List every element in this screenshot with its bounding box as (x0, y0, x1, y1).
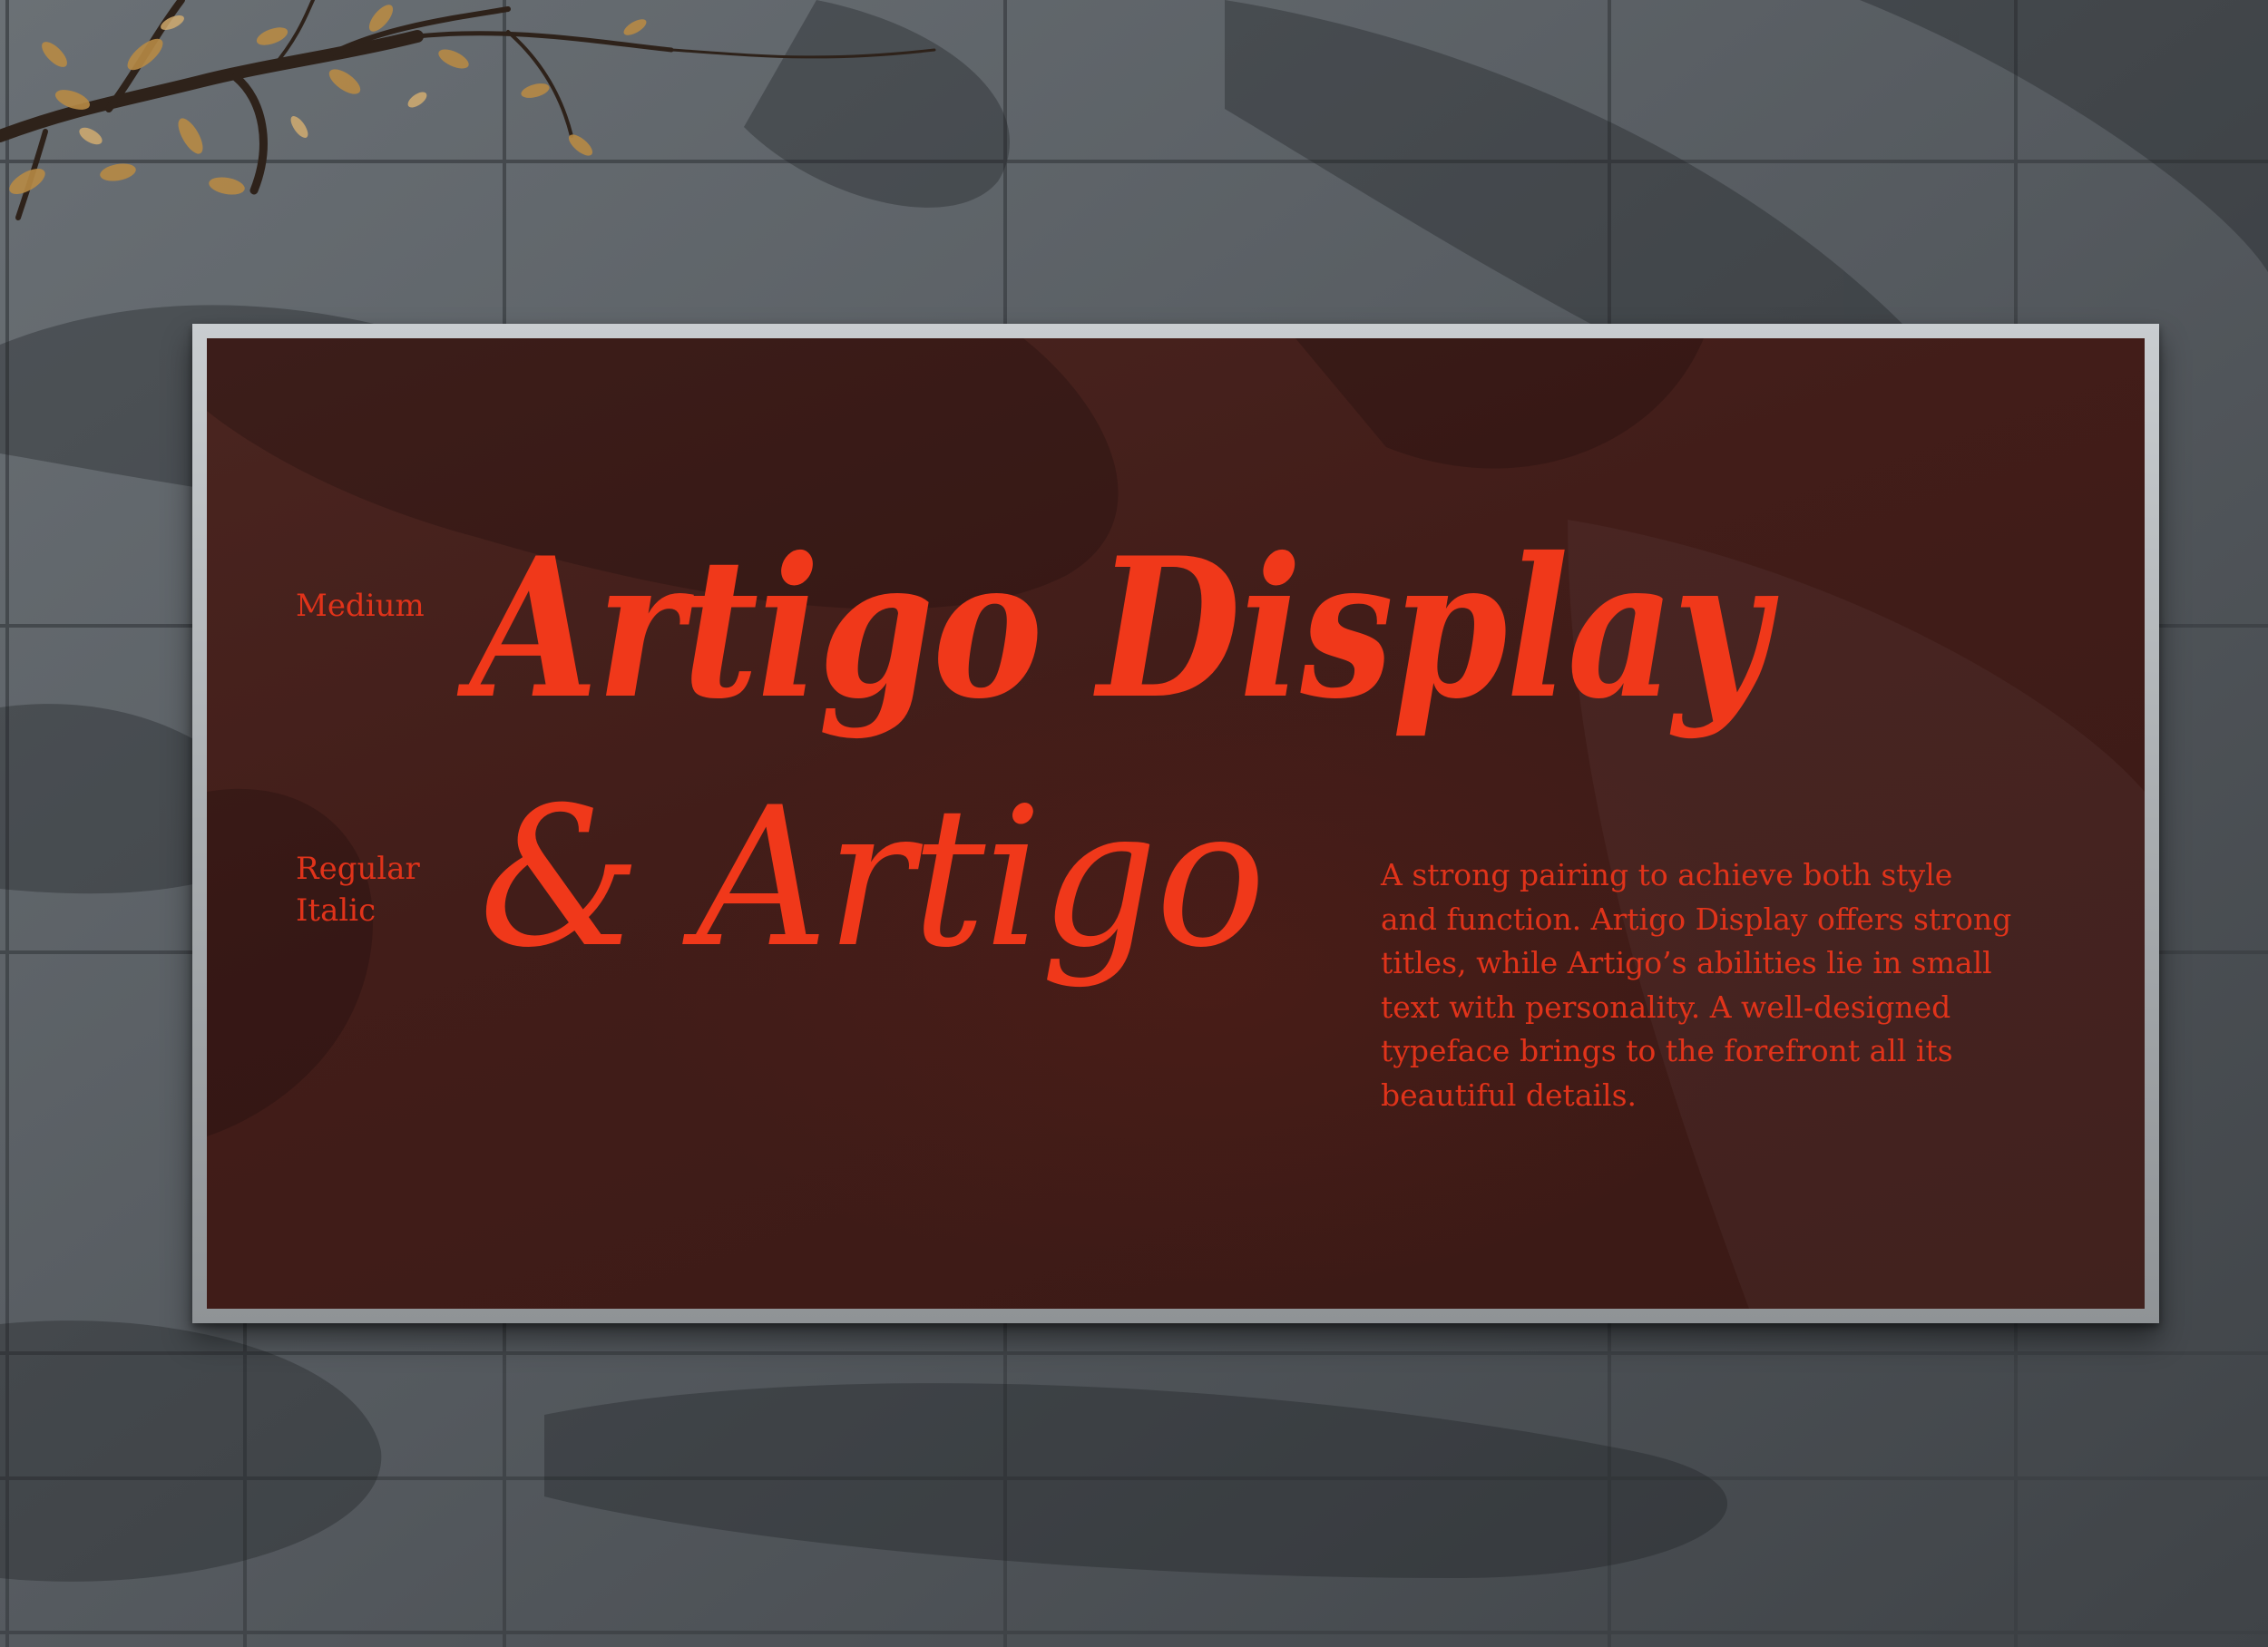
headline-artigo-display: Artigo Display (470, 515, 1769, 741)
billboard-frame: Medium Regular Italic Artigo Display & A… (192, 324, 2159, 1323)
headline-and-artigo: & Artigo (479, 765, 1266, 989)
weight-label-medium: Medium (296, 588, 425, 624)
billboard-mockup-scene: Medium Regular Italic Artigo Display & A… (0, 0, 2268, 1647)
billboard-panel: Medium Regular Italic Artigo Display & A… (207, 338, 2145, 1309)
body-paragraph: A strong pairing to achieve both style a… (1381, 857, 2012, 1113)
weight-label-regular-italic: Regular Italic (296, 851, 420, 929)
tree-branch-icon (0, 0, 936, 220)
